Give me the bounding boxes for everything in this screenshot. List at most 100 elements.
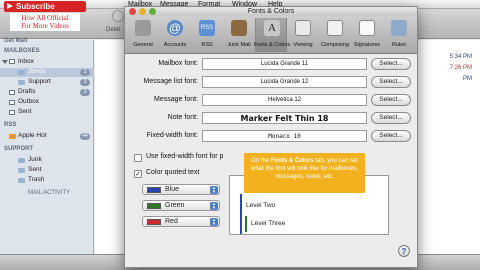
window-title: Fonts & Colors bbox=[247, 8, 295, 15]
message-list-font-select-button[interactable]: Select... bbox=[371, 76, 411, 88]
message-font-select-button[interactable]: Select... bbox=[371, 94, 411, 106]
mailbox-font-field: Lucida Grande 11 bbox=[202, 58, 367, 70]
fixed-width-font-select-button[interactable]: Select... bbox=[371, 130, 411, 142]
annotation-callout: On the Fonts & Colors tab, you can set w… bbox=[244, 153, 365, 193]
folder-icon bbox=[18, 70, 25, 75]
sidebar-item-outbox[interactable]: Outbox bbox=[18, 98, 39, 105]
window-title-bar: Fonts & Colors bbox=[125, 7, 417, 16]
drafts-icon bbox=[9, 90, 15, 95]
callout-text-pre: On the bbox=[251, 158, 271, 164]
mail-activity-label: MAIL ACTIVITY bbox=[28, 190, 71, 196]
delete-label: Delet bbox=[106, 27, 121, 33]
color-swatch bbox=[147, 219, 161, 225]
fonts-colors-icon: A bbox=[264, 20, 280, 36]
sidebar-item-support[interactable]: Support bbox=[28, 78, 51, 85]
close-window-icon[interactable] bbox=[129, 8, 136, 15]
fixed-width-font-field: Monaco 10 bbox=[202, 130, 367, 142]
fixed-width-checkbox[interactable] bbox=[134, 154, 142, 162]
color-swatch bbox=[147, 203, 161, 209]
minimize-window-icon[interactable] bbox=[139, 8, 146, 15]
get-mail-label: Get Mail bbox=[4, 38, 28, 44]
sidebar-item-inbox[interactable]: Inbox bbox=[18, 58, 34, 65]
fonts-colors-window: Fonts & Colors General @ Accounts RSS RS… bbox=[124, 6, 418, 268]
outbox-icon bbox=[9, 100, 15, 105]
preferences-toolbar: General @ Accounts RSS RSS Junk Mail A F… bbox=[125, 16, 417, 54]
subscribe-badge[interactable]: Subscribe bbox=[4, 1, 86, 12]
caption-line-2: For More Videos bbox=[21, 22, 69, 30]
fixed-width-checkbox-label: Use fixed-width font for p bbox=[146, 153, 224, 160]
junk-mail-icon bbox=[231, 20, 247, 36]
unread-badge: 3 bbox=[80, 69, 90, 76]
sidebar-item-jbirds[interactable]: Jbirds bbox=[28, 68, 45, 75]
play-icon bbox=[7, 3, 13, 9]
rss-icon: RSS bbox=[199, 20, 215, 36]
rss-icon bbox=[9, 134, 16, 139]
message-font-label: Message font: bbox=[154, 96, 198, 103]
quote-level-1-color-popup[interactable]: Blue ▴ ▾ bbox=[142, 184, 220, 195]
sidebar-item-drafts[interactable]: Drafts bbox=[18, 88, 35, 95]
quote-bar-level-1 bbox=[240, 194, 242, 234]
caption-line-1: How All Official bbox=[21, 14, 69, 22]
popup-arrows-icon: ▴ ▾ bbox=[210, 202, 218, 211]
note-font-select-button[interactable]: Select... bbox=[371, 112, 411, 124]
callout-text-bold: Fonts & Colors bbox=[270, 158, 314, 164]
message-time: 7:26 PM bbox=[449, 65, 472, 71]
trash-icon bbox=[18, 178, 25, 183]
folder-icon bbox=[18, 80, 25, 85]
quote-bar-level-2 bbox=[245, 216, 247, 232]
help-button[interactable]: ? bbox=[398, 245, 410, 257]
sent-folder-icon bbox=[18, 168, 25, 173]
drafts-badge: 3 bbox=[80, 89, 90, 96]
note-font-label: Note font: bbox=[167, 114, 198, 121]
sent-icon bbox=[9, 110, 15, 115]
quote-level-2-color-popup[interactable]: Green ▴ ▾ bbox=[142, 200, 220, 211]
mailbox-font-label: Mailbox font: bbox=[158, 60, 198, 67]
mailbox-sidebar: Get Mail MAILBOXES Inbox Jbirds 3 Suppor… bbox=[0, 38, 94, 270]
sidebar-item-trash[interactable]: Trash bbox=[28, 176, 44, 183]
quote-level-three: Level Three bbox=[251, 220, 286, 227]
message-time: 5:34 PM bbox=[449, 54, 472, 60]
sidebar-item-support-sent[interactable]: Sent bbox=[28, 166, 41, 173]
delete-icon[interactable] bbox=[112, 10, 124, 22]
popup-arrows-icon: ▴ ▾ bbox=[210, 186, 218, 195]
tab-junk-mail[interactable]: Junk Mail bbox=[223, 18, 255, 52]
rss-badge: 44 bbox=[80, 133, 90, 140]
viewing-icon bbox=[295, 20, 311, 36]
message-time: PM bbox=[463, 76, 472, 82]
inbox-icon bbox=[9, 59, 15, 64]
quote-level-3-color-popup[interactable]: Red ▴ ▾ bbox=[142, 216, 220, 227]
color-name: Red bbox=[165, 218, 178, 225]
message-font-field: Helvetica 12 bbox=[202, 94, 367, 106]
note-font-field: Marker Felt Thin 18 bbox=[202, 112, 367, 124]
rss-heading: RSS bbox=[4, 122, 17, 128]
junk-icon bbox=[18, 158, 25, 163]
message-list-font-label: Message list font: bbox=[143, 78, 198, 85]
mailboxes-heading: MAILBOXES bbox=[4, 48, 40, 54]
subscribe-label: Subscribe bbox=[16, 2, 55, 11]
signature-icon bbox=[359, 20, 375, 36]
rules-icon bbox=[391, 20, 407, 36]
support-heading: SUPPORT bbox=[4, 146, 34, 152]
quote-level-two: Level Two bbox=[246, 202, 276, 209]
tab-label: Rules bbox=[391, 42, 407, 48]
color-quoted-checkbox-label: Color quoted text bbox=[146, 169, 200, 176]
sidebar-item-junk[interactable]: Junk bbox=[28, 156, 42, 163]
disclosure-triangle-icon[interactable] bbox=[2, 60, 8, 64]
general-switch-icon bbox=[135, 20, 151, 36]
color-name: Blue bbox=[165, 186, 180, 193]
color-swatch bbox=[147, 187, 161, 193]
mailbox-font-select-button[interactable]: Select... bbox=[371, 58, 411, 70]
sidebar-item-rss[interactable]: Apple Hot bbox=[18, 132, 47, 139]
zoom-window-icon[interactable] bbox=[149, 8, 156, 15]
color-quoted-checkbox[interactable]: ✓ bbox=[134, 170, 142, 178]
tab-rules[interactable]: Rules bbox=[383, 18, 415, 52]
at-icon: @ bbox=[167, 20, 183, 36]
overlay-caption: How All Official For More Videos bbox=[10, 13, 80, 31]
composing-icon bbox=[327, 20, 343, 36]
unread-badge: 3 bbox=[80, 79, 90, 86]
message-list-font-field: Lucida Grande 12 bbox=[202, 76, 367, 88]
color-name: Green bbox=[165, 202, 185, 209]
sidebar-item-sent[interactable]: Sent bbox=[18, 108, 31, 115]
fixed-width-font-label: Fixed-width font: bbox=[146, 132, 198, 139]
popup-arrows-icon: ▴ ▾ bbox=[210, 218, 218, 227]
